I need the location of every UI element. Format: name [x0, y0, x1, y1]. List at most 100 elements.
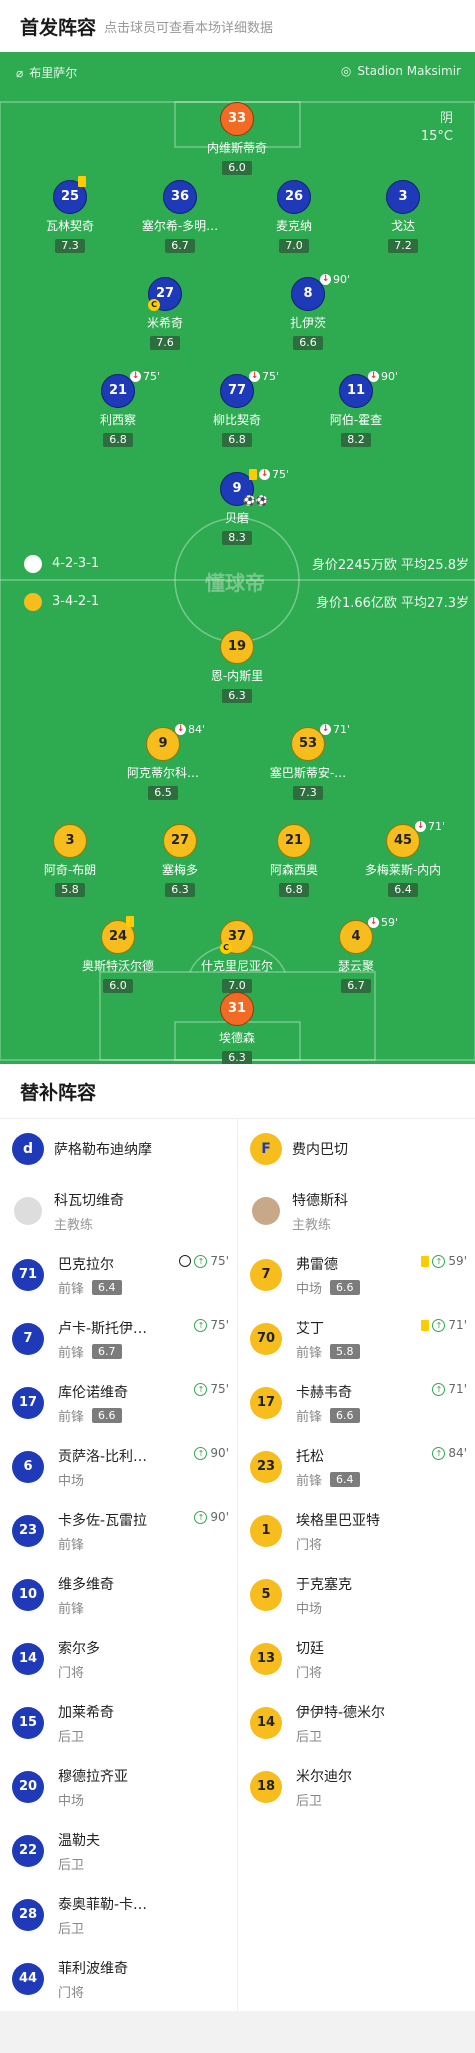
sub-player-row[interactable]: 17 卡赫韦奇 前锋 6.6 ↑ 71' — [238, 1371, 475, 1435]
home-player-27[interactable]: 27 米希奇 7.6 C — [115, 277, 215, 350]
shirt-number: 14 — [12, 1643, 44, 1675]
player-rating: 6.4 — [92, 1279, 122, 1295]
sub-out-icon: ↓ — [249, 371, 260, 382]
shirt-number: 13 — [250, 1643, 282, 1675]
player-name: 埃格里巴亚特 — [296, 1512, 380, 1529]
home-player-36[interactable]: 36 塞尔希-多明… 6.7 — [130, 180, 230, 253]
shirt-number: 23 — [250, 1451, 282, 1483]
player-name: 索尔多 — [58, 1640, 100, 1657]
sub-player-row[interactable]: 10 维多维奇 前锋 — [0, 1563, 237, 1627]
shirt-number: 28 — [12, 1899, 44, 1931]
player-rating: 6.7 — [92, 1343, 122, 1359]
sub-player-row[interactable]: 1 埃格里巴亚特 门将 — [238, 1499, 475, 1563]
away-player-53[interactable]: 53 塞巴斯蒂安-… 7.3 ↓ 71' — [258, 723, 358, 800]
lineup-title: 首发阵容 — [20, 16, 97, 39]
player-name: 泰奥菲勒-卡… — [58, 1896, 148, 1913]
sub-in-icon: ↑ — [432, 1254, 446, 1268]
home-player-11[interactable]: 11 阿伯-霍查 8.2 ↓ 90' — [306, 370, 406, 447]
player-position: 前锋 — [58, 1281, 85, 1297]
sub-out-icon: ↓ — [415, 821, 426, 832]
referee: ⌀ 布里萨尔 — [16, 65, 78, 81]
sub-player-row[interactable]: 6 贡萨洛-比利… 中场 ↑ 90' — [0, 1435, 237, 1499]
player-position: 门将 — [296, 1665, 323, 1681]
player-name: 贡萨洛-比利… — [58, 1448, 148, 1465]
shirt-number: 23 — [12, 1515, 44, 1547]
away-player-27[interactable]: 27 塞梅多 6.3 — [130, 824, 230, 897]
away-player-9[interactable]: 9 阿克蒂尔科… 6.5 ↓ 84' — [113, 723, 213, 800]
away-player-21[interactable]: 21 阿森西奥 6.8 — [244, 824, 344, 897]
avatar — [14, 1197, 42, 1225]
away-player-3[interactable]: 3 阿奇-布朗 5.8 — [20, 824, 120, 897]
player-name: 艾丁 — [296, 1320, 324, 1337]
sub-player-row[interactable]: 13 切廷 门将 — [238, 1627, 475, 1691]
shirt-number: 7 — [250, 1259, 282, 1291]
player-position: 前锋 — [58, 1537, 85, 1553]
sub-player-row[interactable]: 7 卢卡-斯托伊… 前锋 6.7 ↑ 75' — [0, 1307, 237, 1371]
sub-player-row[interactable]: 22 温勒夫 后卫 — [0, 1819, 237, 1883]
away-player-19[interactable]: 19 恩-内斯里 6.3 — [187, 630, 287, 703]
home-player-26[interactable]: 26 麦克纳 7.0 — [244, 180, 344, 253]
shirt-number: 15 — [12, 1707, 44, 1739]
player-position: 后卫 — [296, 1729, 323, 1745]
yellow-card-icon — [126, 916, 134, 927]
sub-player-row[interactable]: 20 穆德拉齐亚 中场 — [0, 1755, 237, 1819]
sub-player-row[interactable]: 18 米尔迪尔 后卫 — [238, 1755, 475, 1819]
sub-out-icon: ↓ — [320, 724, 331, 735]
yellow-card-icon — [78, 176, 86, 187]
away-player-37[interactable]: 37 什克里尼亚尔 7.0 C — [187, 920, 287, 993]
player-name: 于克塞克 — [296, 1576, 352, 1593]
home-team-row[interactable]: d 萨格勒布迪纳摩 — [0, 1119, 237, 1179]
home-player-8[interactable]: 8 扎伊茨 6.6 ↓ 90' — [258, 273, 358, 350]
dinamo-logo-icon — [24, 554, 42, 573]
substitutes-panel: 替补阵容 d 萨格勒布迪纳摩 科瓦切维奇 主教练 71 巴克拉尔 前锋 6.4 ↑ 75' 7… — [0, 1064, 475, 2011]
player-name: 温勒夫 — [58, 1832, 100, 1849]
sub-player-row[interactable]: 7 弗雷德 中场 6.6 ↑ 59' — [238, 1243, 475, 1307]
sub-player-row[interactable]: 70 艾丁 前锋 5.8 ↑ 71' — [238, 1307, 475, 1371]
away-player-4[interactable]: 4 瑟云聚 6.7 ↓ 59' — [306, 916, 406, 993]
sub-player-row[interactable]: 44 菲利波维奇 门将 — [0, 1947, 237, 2011]
sub-player-row[interactable]: 28 泰奥菲勒-卡… 后卫 — [0, 1883, 237, 1947]
sub-player-row[interactable]: 5 于克塞克 中场 — [238, 1563, 475, 1627]
away-player-31[interactable]: 31 埃德森 6.3 — [187, 992, 287, 1064]
away-player-24[interactable]: 24 奥斯特沃尔德 6.0 — [68, 916, 168, 993]
home-team-info: 4-2-3-1 身价2245万欧 平均25.8岁 — [24, 554, 469, 573]
home-player-9[interactable]: 9 贝磨 8.3 ↓ 75' ⚽⚽ — [187, 468, 289, 545]
player-name: 弗雷德 — [296, 1256, 338, 1273]
sub-event: ↑ 75' — [194, 1318, 229, 1332]
sub-player-row[interactable]: 14 索尔多 门将 — [0, 1627, 237, 1691]
player-position: 中场 — [296, 1281, 323, 1297]
home-player-33[interactable]: 33 内维斯蒂奇 6.0 — [187, 102, 287, 175]
sub-player-row[interactable]: 23 托松 前锋 6.4 ↑ 84' — [238, 1435, 475, 1499]
home-player-3[interactable]: 3 戈达 7.2 — [353, 180, 453, 253]
away-player-45[interactable]: 45 多梅莱斯-内内 6.4 ↓ 71' — [353, 820, 453, 897]
player-position: 门将 — [58, 1985, 85, 2001]
player-rating: 6.6 — [330, 1407, 360, 1423]
sub-player-row[interactable]: 23 卡多佐-瓦雷拉 前锋 ↑ 90' — [0, 1499, 237, 1563]
sub-out-icon: ↓ — [320, 274, 331, 285]
substitutes-title: 替补阵容 — [0, 1064, 475, 1119]
away-team-row[interactable]: F 费内巴切 — [238, 1119, 475, 1179]
player-position: 前锋 — [296, 1345, 323, 1361]
home-player-25[interactable]: 25 瓦林契奇 7.3 — [20, 176, 120, 253]
shirt-number: 5 — [250, 1579, 282, 1611]
whistle-icon: ⌀ — [16, 65, 24, 80]
home-player-77[interactable]: 77 柳比契奇 6.8 ↓ 75' — [187, 370, 287, 447]
sub-player-row[interactable]: 14 伊伊特-德米尔 后卫 — [238, 1691, 475, 1755]
sub-out-icon: ↓ — [259, 469, 270, 480]
shirt-number: 20 — [12, 1771, 44, 1803]
away-coach[interactable]: 特德斯科 主教练 — [238, 1179, 475, 1243]
pitch: ⌀ 布里萨尔 ◎ Stadion Maksimir 阴 15°C 懂球帝 4-2… — [0, 52, 475, 1064]
sub-player-row[interactable]: 71 巴克拉尔 前锋 6.4 ↑ 75' — [0, 1243, 237, 1307]
home-player-21[interactable]: 21 利西察 6.8 ↓ 75' — [68, 370, 168, 447]
sub-out-icon: ↓ — [130, 371, 141, 382]
sub-event: ↑ 75' — [194, 1382, 229, 1396]
home-coach[interactable]: 科瓦切维奇 主教练 — [0, 1179, 237, 1243]
shirt-number: 71 — [12, 1259, 44, 1291]
stadium: ◎ Stadion Maksimir — [340, 64, 461, 78]
sub-player-row[interactable]: 15 加莱希奇 后卫 — [0, 1691, 237, 1755]
sub-event: ↑ 84' — [432, 1446, 467, 1460]
sub-player-row[interactable]: 17 库伦诺维奇 前锋 6.6 ↑ 75' — [0, 1371, 237, 1435]
yellow-card-icon — [421, 1255, 430, 1267]
player-position: 前锋 — [296, 1473, 323, 1489]
player-name: 卡多佐-瓦雷拉 — [58, 1512, 148, 1529]
